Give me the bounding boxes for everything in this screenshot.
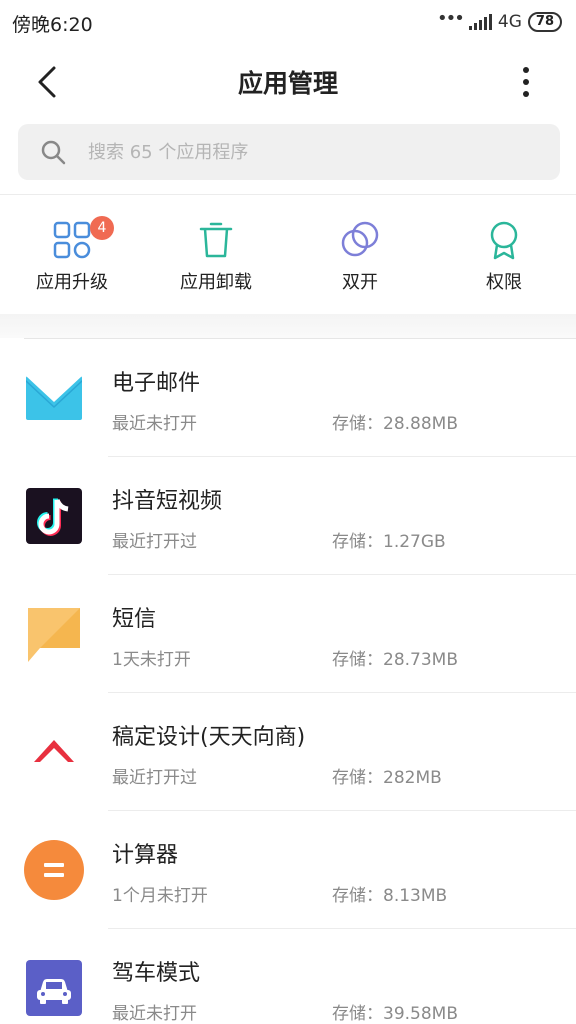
award-ribbon-icon (490, 221, 518, 260)
app-row-douyin[interactable]: 抖音短视频 最近打开过 存储：1.27GB (0, 457, 576, 575)
app-row-calculator[interactable]: 计算器 1个月未打开 存储：8.13MB (0, 811, 576, 929)
status-indicators: ••• 4G 78 (437, 10, 562, 34)
app-name: 计算器 (112, 843, 179, 868)
app-last-used: 最近打开过 (112, 768, 197, 788)
divider (0, 194, 576, 195)
dual-apps-button[interactable]: 双开 (288, 196, 432, 314)
douyin-app-icon (26, 488, 82, 544)
search-input[interactable] (88, 124, 538, 180)
trash-icon (199, 222, 233, 258)
battery-icon: 78 (527, 12, 562, 32)
app-last-used: 最近未打开 (112, 1004, 197, 1024)
app-name: 电子邮件 (112, 371, 201, 396)
app-storage: 存储：39.58MB (332, 1004, 458, 1024)
dual-apps-label: 双开 (342, 272, 378, 293)
app-storage: 存储：28.88MB (332, 414, 458, 434)
app-storage: 存储：28.73MB (332, 650, 458, 670)
app-row-driving-mode[interactable]: 驾车模式 最近未打开 存储：39.58MB (0, 929, 576, 1024)
gaoding-app-icon (34, 740, 74, 762)
page-title: 应用管理 (237, 69, 338, 98)
app-name: 短信 (112, 607, 157, 632)
app-uninstall-button[interactable]: 应用卸载 (144, 196, 288, 314)
status-time: 傍晚6:20 (12, 14, 93, 36)
more-options-button[interactable] (506, 64, 546, 104)
signal-icon (468, 14, 492, 30)
driving-mode-app-icon (26, 960, 82, 1016)
calculator-app-icon (24, 840, 84, 900)
app-bar: 应用管理 (0, 44, 576, 120)
app-uninstall-label: 应用卸载 (180, 272, 252, 293)
app-row-email[interactable]: 电子邮件 最近未打开 存储：28.88MB (0, 339, 576, 457)
permissions-label: 权限 (486, 272, 522, 293)
app-row-messages[interactable]: 短信 1天未打开 存储：28.73MB (0, 575, 576, 693)
app-last-used: 1天未打开 (112, 650, 191, 670)
search-icon (41, 140, 66, 165)
app-name: 驾车模式 (112, 961, 201, 986)
app-update-label: 应用升级 (36, 272, 108, 293)
quick-actions: 4 应用升级 应用卸载 双开 权限 (0, 196, 576, 314)
app-list: 电子邮件 最近未打开 存储：28.88MB 抖音短视频 最近打开过 存储：1.2… (0, 339, 576, 1024)
messages-app-icon (28, 608, 80, 662)
network-type: 4G (497, 12, 522, 32)
app-last-used: 最近打开过 (112, 532, 197, 552)
app-name: 稿定设计(天天向商) (112, 725, 306, 750)
app-last-used: 最近未打开 (112, 414, 197, 434)
section-separator (0, 314, 576, 338)
dual-circles-icon (341, 221, 379, 257)
status-bar: 傍晚6:20 ••• 4G 78 (0, 0, 576, 44)
app-name: 抖音短视频 (112, 489, 223, 514)
more-dots-icon: ••• (437, 8, 465, 29)
app-last-used: 1个月未打开 (112, 886, 208, 906)
email-app-icon (26, 376, 82, 420)
app-row-gaoding[interactable]: 稿定设计(天天向商) 最近打开过 存储：282MB (0, 693, 576, 811)
permissions-button[interactable]: 权限 (432, 196, 576, 314)
app-storage: 存储：282MB (332, 768, 442, 788)
more-vertical-icon (523, 67, 529, 97)
grid-apps-icon (53, 221, 91, 259)
app-storage: 存储：8.13MB (332, 886, 448, 906)
app-update-button[interactable]: 4 应用升级 (0, 196, 144, 314)
update-count-badge: 4 (90, 216, 114, 240)
app-storage: 存储：1.27GB (332, 532, 446, 552)
search-bar[interactable] (18, 124, 560, 180)
